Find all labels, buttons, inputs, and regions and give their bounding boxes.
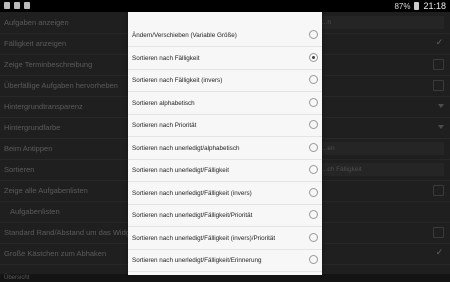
clock: 21:18 bbox=[423, 1, 446, 11]
sort-option-label: Sortieren nach unerledigt/Fälligkeit (in… bbox=[132, 234, 276, 242]
sort-option-label: Sortieren alphabetisch bbox=[132, 99, 195, 107]
radio-button[interactable] bbox=[309, 187, 318, 197]
sort-option[interactable]: Sortieren nach Fälligkeit bbox=[128, 48, 322, 70]
sort-option-label: Sortieren nach unerledigt/Fälligkeit/Eri… bbox=[132, 257, 262, 264]
sort-option-label: Sortieren nach Priorität bbox=[132, 122, 197, 129]
sort-options-dialog: Ändern/Verschieben (Variable Größe) Sorti… bbox=[128, 12, 322, 275]
radio-button[interactable] bbox=[309, 75, 318, 84]
radio-button[interactable] bbox=[309, 52, 318, 62]
sort-option-label: Sortieren nach unerledigt/alphabetisch bbox=[132, 144, 240, 152]
sort-option[interactable]: Sortieren nach unerledigt/Fälligkeit bbox=[128, 160, 322, 182]
sort-option-label: Sortieren nach Fälligkeit (invers) bbox=[132, 77, 223, 84]
sort-option-label: Ändern/Verschieben (Variable Größe) bbox=[132, 32, 237, 39]
sort-option[interactable]: Sortieren nach Fälligkeit (invers) bbox=[128, 70, 322, 92]
notification-icon bbox=[14, 2, 20, 9]
sort-option[interactable]: Sortieren nach unerledigt/alphabetisch bbox=[128, 138, 322, 160]
battery-percent: 87% bbox=[394, 1, 411, 11]
sort-option[interactable]: Ändern/Verschieben (Variable Größe) bbox=[128, 25, 322, 47]
radio-button[interactable] bbox=[309, 210, 318, 219]
radio-button[interactable] bbox=[309, 232, 318, 242]
notification-icon bbox=[4, 2, 10, 9]
sort-option[interactable]: Sortieren nach unerledigt/Fälligkeit/Eri… bbox=[128, 250, 322, 272]
sort-option[interactable]: Sortieren nach unerledigt/Fälligkeit/Pri… bbox=[128, 205, 322, 227]
status-right: 87% 21:18 bbox=[394, 1, 446, 11]
sort-option-label: Sortieren nach unerledigt/Fälligkeit (in… bbox=[132, 189, 252, 197]
notification-icons bbox=[4, 2, 30, 9]
radio-button[interactable] bbox=[309, 30, 318, 39]
radio-button[interactable] bbox=[309, 142, 318, 152]
sort-option-label: Sortieren nach unerledigt/Fälligkeit/Pri… bbox=[132, 212, 253, 219]
sort-option[interactable]: Sortieren nach unerledigt/Fälligkeit (in… bbox=[128, 183, 322, 205]
radio-button[interactable] bbox=[309, 97, 318, 107]
status-bar: 87% 21:18 bbox=[0, 0, 450, 12]
sort-option-label: Sortieren nach unerledigt/Fälligkeit bbox=[132, 167, 229, 174]
sort-option-label: Sortieren nach Fälligkeit bbox=[132, 54, 200, 62]
notification-icon bbox=[24, 2, 30, 9]
radio-button[interactable] bbox=[309, 120, 318, 129]
radio-button[interactable] bbox=[309, 255, 318, 264]
radio-button[interactable] bbox=[309, 165, 318, 174]
battery-icon bbox=[414, 2, 420, 10]
sort-option[interactable]: Sortieren nach unerledigt/Fälligkeit (in… bbox=[128, 228, 322, 250]
sort-option[interactable]: Sortieren alphabetisch bbox=[128, 93, 322, 115]
sort-option[interactable]: Sortieren nach Priorität bbox=[128, 115, 322, 137]
